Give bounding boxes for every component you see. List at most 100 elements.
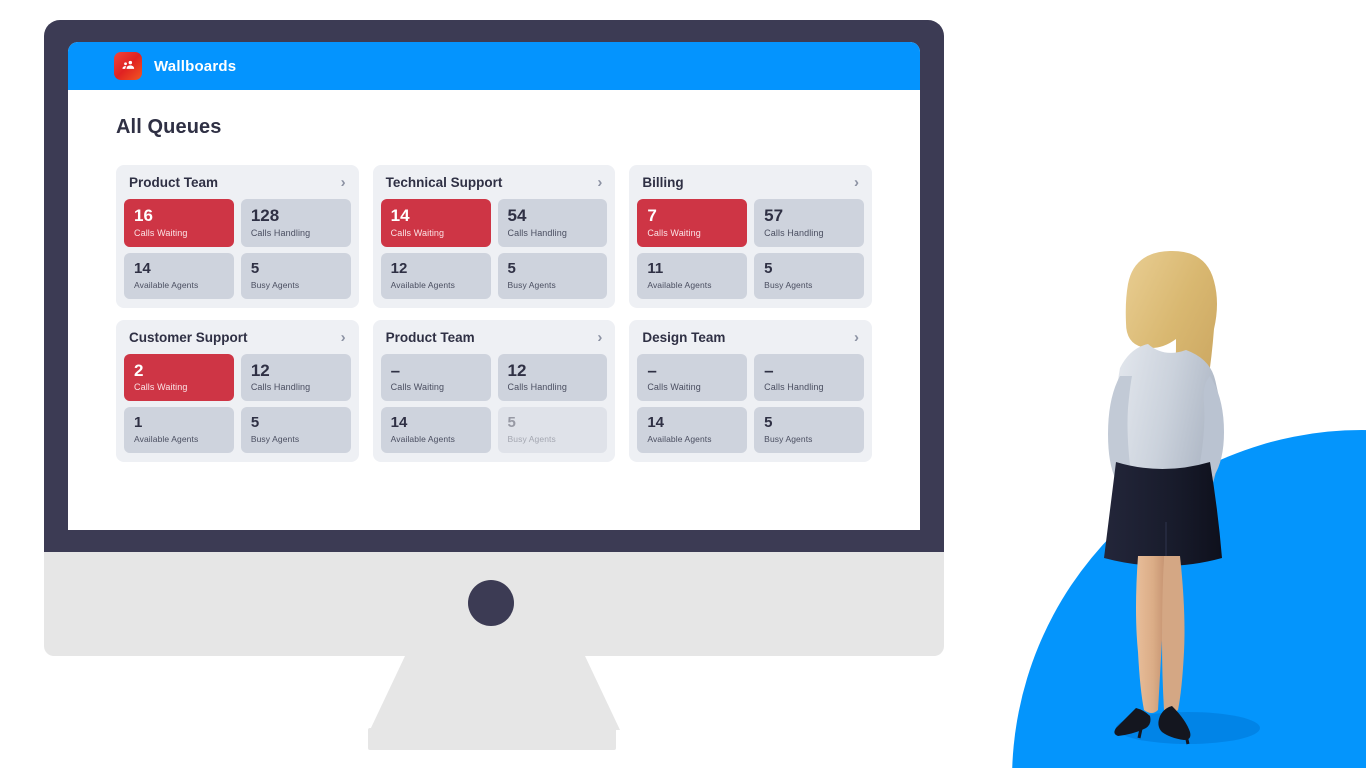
metric-label: Busy Agents — [507, 279, 556, 290]
metric-busy-agents[interactable]: 5 Busy Agents — [240, 252, 351, 299]
app-header: Wallboards — [68, 42, 920, 90]
metric-label: Calls Handling — [764, 382, 824, 393]
metric-label: Busy Agents — [250, 434, 300, 445]
metric-available-agents[interactable]: 1 Available Agents — [124, 407, 234, 454]
chevron-right-icon[interactable]: › — [597, 175, 602, 190]
metric-value: 57 — [764, 206, 784, 225]
metric-value: 14 — [390, 206, 410, 225]
queue-card-header: Product Team › — [381, 328, 608, 354]
metric-label: Available Agents — [134, 434, 199, 445]
metric-label: Available Agents — [390, 434, 455, 445]
queue-card-header: Customer Support › — [124, 328, 351, 354]
metric-label: Calls Waiting — [647, 382, 701, 393]
metric-label: Calls Waiting — [390, 382, 445, 393]
metric-value: – — [390, 360, 401, 380]
metric-value: 5 — [764, 259, 773, 277]
metric-row: 7 Calls Waiting 57 Calls Handling — [637, 199, 865, 247]
queue-card[interactable]: Design Team › – Calls Waiting – Calls Handlin… — [629, 319, 872, 463]
queue-card[interactable]: Billing › 7 Calls Waiting 57 Calls Handling 11… — [629, 165, 872, 308]
queue-card[interactable]: Product Team › – Calls Waiting 12 Calls Handl… — [372, 319, 616, 463]
metric-value: 7 — [647, 206, 657, 225]
metric-label: Calls Waiting — [134, 382, 188, 393]
monitor-chin — [44, 530, 944, 552]
metric-busy-agents[interactable]: 5 Busy Agents — [754, 407, 865, 454]
chevron-right-icon[interactable]: › — [341, 175, 346, 190]
metric-label: Calls Handling — [507, 227, 567, 238]
metric-row: 1 Available Agents 5 Busy Agents — [124, 407, 351, 454]
metric-label: Available Agents — [647, 279, 712, 290]
metric-value: 14 — [390, 414, 408, 432]
metric-calls-waiting[interactable]: – Calls Waiting — [637, 353, 748, 402]
chevron-right-icon[interactable]: › — [341, 330, 346, 345]
metric-calls-waiting[interactable]: 2 Calls Waiting — [124, 353, 234, 402]
metric-row: 12 Available Agents 5 Busy Agents — [380, 252, 608, 299]
metric-label: Available Agents — [647, 434, 712, 445]
metric-calls-waiting[interactable]: – Calls Waiting — [380, 353, 491, 402]
metric-row: 14 Available Agents 5 Busy Agents — [380, 407, 608, 454]
metric-available-agents[interactable]: 14 Available Agents — [380, 407, 491, 454]
metric-available-agents[interactable]: 14 Available Agents — [124, 252, 234, 299]
metric-row: – Calls Waiting 12 Calls Handling — [380, 353, 608, 402]
metric-calls-waiting[interactable]: 14 Calls Waiting — [380, 199, 491, 247]
metric-calls-handling[interactable]: 54 Calls Handling — [497, 199, 608, 247]
chevron-right-icon[interactable]: › — [597, 330, 602, 345]
metric-available-agents[interactable]: 12 Available Agents — [380, 252, 491, 299]
chevron-right-icon[interactable]: › — [854, 330, 859, 345]
metric-value: 5 — [764, 414, 773, 432]
metric-busy-agents[interactable]: 5 Busy Agents — [754, 252, 865, 299]
metric-label: Busy Agents — [764, 279, 813, 290]
queue-name: Technical Support — [385, 175, 503, 190]
metric-label: Calls Handling — [764, 227, 824, 238]
metric-value: – — [764, 360, 774, 380]
metric-row: 2 Calls Waiting 12 Calls Handling — [124, 353, 351, 402]
metric-value: – — [647, 360, 657, 380]
queue-name: Design Team — [642, 329, 726, 345]
metric-busy-agents[interactable]: 5 Busy Agents — [497, 252, 608, 299]
metric-available-agents[interactable]: 14 Available Agents — [637, 407, 748, 454]
metric-value: 16 — [134, 206, 153, 225]
metric-label: Calls Waiting — [134, 227, 188, 238]
metric-calls-waiting[interactable]: 7 Calls Waiting — [637, 199, 748, 247]
metric-row: 14 Available Agents 5 Busy Agents — [124, 252, 351, 299]
metric-busy-agents[interactable]: 5 Busy Agents — [240, 407, 351, 454]
metric-row: 14 Available Agents 5 Busy Agents — [637, 407, 865, 454]
metric-calls-handling[interactable]: – Calls Handling — [754, 353, 865, 402]
metric-calls-handling[interactable]: 12 Calls Handling — [240, 353, 351, 402]
metric-busy-agents[interactable]: 5 Busy Agents — [497, 407, 608, 454]
chevron-right-icon[interactable]: › — [854, 175, 859, 190]
screenshot-stage: Wallboards All Queues Product Team › 16 Cal… — [0, 0, 1366, 768]
metric-value: 5 — [507, 259, 516, 277]
metric-value: 1 — [134, 414, 143, 432]
queue-name: Billing — [642, 175, 684, 190]
queue-card[interactable]: Product Team › 16 Calls Waiting 128 Calls Han… — [116, 165, 359, 308]
metric-row: 16 Calls Waiting 128 Calls Handling — [124, 199, 351, 247]
metric-value: 12 — [507, 360, 527, 380]
metric-value: 14 — [134, 259, 151, 277]
metric-calls-handling[interactable]: 12 Calls Handling — [497, 353, 608, 402]
metric-label: Available Agents — [390, 279, 455, 290]
metric-value: 2 — [134, 360, 144, 380]
metric-value: 5 — [250, 259, 260, 277]
metric-calls-handling[interactable]: 57 Calls Handling — [754, 199, 865, 247]
metric-label: Calls Handling — [507, 382, 567, 393]
metric-label: Calls Waiting — [390, 227, 445, 238]
metric-available-agents[interactable]: 11 Available Agents — [637, 252, 748, 299]
metric-calls-handling[interactable]: 128 Calls Handling — [240, 199, 351, 247]
queue-card[interactable]: Customer Support › 2 Calls Waiting 12 Calls H… — [116, 319, 359, 463]
metric-label: Calls Handling — [250, 227, 311, 238]
monitor-logo-dot — [468, 580, 514, 626]
metric-label: Busy Agents — [250, 279, 300, 290]
metric-value: 5 — [507, 414, 516, 432]
metric-value: 128 — [250, 206, 280, 225]
metric-calls-waiting[interactable]: 16 Calls Waiting — [124, 199, 234, 247]
businesswoman-illustration — [1104, 250, 1260, 745]
page-body: All Queues Product Team › 16 Calls Waiting 1… — [68, 90, 920, 530]
metric-value: 12 — [390, 259, 408, 277]
queue-card[interactable]: Technical Support › 14 Calls Waiting 54 Calls… — [372, 165, 616, 308]
metric-row: 11 Available Agents 5 Busy Agents — [637, 252, 865, 299]
metric-value: 54 — [507, 206, 527, 225]
queue-card-header: Product Team › — [124, 173, 351, 199]
metric-value: 12 — [250, 360, 270, 380]
queue-name: Product Team — [129, 175, 219, 190]
metric-row: – Calls Waiting – Calls Handling — [637, 353, 865, 402]
